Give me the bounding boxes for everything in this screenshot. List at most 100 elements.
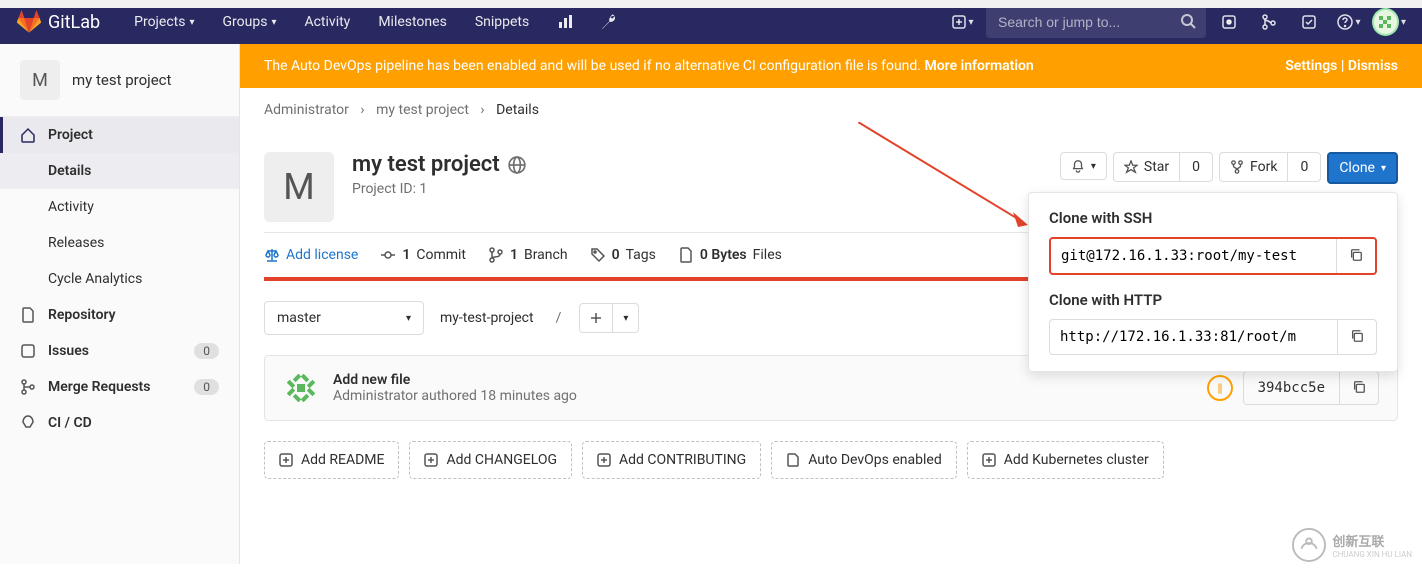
search-box bbox=[986, 6, 1206, 38]
main: The Auto DevOps pipeline has been enable… bbox=[240, 44, 1422, 564]
sidebar-item-project[interactable]: Project bbox=[0, 117, 239, 153]
project-actions: ▾ Star 0 Fork 0 bbox=[1060, 152, 1398, 222]
nav-groups[interactable]: Groups▾ bbox=[209, 4, 291, 40]
breadcrumb-admin[interactable]: Administrator bbox=[264, 102, 349, 118]
notice-settings-link[interactable]: Settings bbox=[1285, 58, 1337, 74]
breadcrumb: Administrator › my test project › Detail… bbox=[240, 88, 1422, 132]
sidebar-item-repository[interactable]: Repository bbox=[0, 297, 239, 333]
fork-button[interactable]: Fork bbox=[1219, 152, 1287, 182]
help-icon[interactable]: ▾ bbox=[1332, 5, 1366, 39]
scale-icon bbox=[264, 247, 280, 263]
globe-icon bbox=[508, 156, 526, 174]
chevron-down-icon: ▾ bbox=[271, 17, 276, 28]
files-link[interactable]: 0 Bytes Files bbox=[678, 247, 782, 263]
clone-ssh-input[interactable] bbox=[1051, 239, 1336, 273]
notice-text: The Auto DevOps pipeline has been enable… bbox=[264, 58, 1285, 74]
nav-wrench-icon[interactable] bbox=[587, 4, 631, 40]
breadcrumb-project[interactable]: my test project bbox=[376, 102, 469, 118]
nav-charts-icon[interactable] bbox=[543, 4, 587, 40]
plus-dropdown-toggle[interactable]: ▾ bbox=[613, 304, 638, 332]
logo[interactable]: GitLab bbox=[16, 10, 100, 34]
clone-button[interactable]: Clone ▾ bbox=[1327, 152, 1398, 184]
copy-http-button[interactable] bbox=[1337, 320, 1376, 354]
chevron-down-icon: ▾ bbox=[1091, 161, 1096, 172]
copy-hash-button[interactable] bbox=[1339, 372, 1378, 404]
sidebar-project-name: my test project bbox=[72, 71, 171, 89]
sidebar: M my test project Project Details Activi… bbox=[0, 44, 240, 564]
nav-items: Projects▾ Groups▾ Activity Milestones Sn… bbox=[120, 4, 631, 40]
sidebar-item-releases[interactable]: Releases bbox=[0, 225, 239, 261]
watermark: 创新互联 CHUANG XIN HU LIAN bbox=[1292, 528, 1412, 562]
add-contributing-button[interactable]: Add CONTRIBUTING bbox=[582, 441, 761, 479]
sidebar-project-header[interactable]: M my test project bbox=[0, 44, 239, 117]
project-title: my test project bbox=[352, 152, 526, 177]
todos-icon[interactable] bbox=[1292, 5, 1326, 39]
copy-ssh-button[interactable] bbox=[1336, 239, 1375, 273]
star-icon bbox=[1124, 160, 1138, 174]
sidebar-item-cycle[interactable]: Cycle Analytics bbox=[0, 261, 239, 297]
plus-square-icon bbox=[597, 453, 611, 467]
star-count[interactable]: 0 bbox=[1179, 152, 1213, 182]
branch-icon bbox=[488, 247, 504, 263]
branches-link[interactable]: 1 Branch bbox=[488, 247, 568, 263]
merge-icon[interactable] bbox=[1252, 5, 1286, 39]
scrollbar-top[interactable] bbox=[0, 0, 1422, 8]
star-button[interactable]: Star bbox=[1113, 152, 1179, 182]
add-file-dropdown: ▾ bbox=[579, 303, 639, 333]
sidebar-item-activity[interactable]: Activity bbox=[0, 189, 239, 225]
notice-dismiss-link[interactable]: Dismiss bbox=[1348, 58, 1398, 74]
add-changelog-button[interactable]: Add CHANGELOG bbox=[409, 441, 572, 479]
branch-selector[interactable]: master ▾ bbox=[264, 301, 424, 335]
auto-devops-button[interactable]: Auto DevOps enabled bbox=[771, 441, 957, 479]
breadcrumb-current: Details bbox=[496, 102, 539, 118]
plus-button[interactable]: ▾ bbox=[946, 5, 980, 39]
nav-activity[interactable]: Activity bbox=[290, 4, 364, 40]
bell-icon bbox=[1071, 159, 1085, 173]
sidebar-item-issues[interactable]: Issues 0 bbox=[0, 333, 239, 369]
commit-meta: Administrator authored 18 minutes ago bbox=[333, 388, 577, 404]
project-letter-icon: M bbox=[20, 60, 60, 100]
chevron-down-icon: ▾ bbox=[406, 313, 411, 324]
plus-add-button[interactable] bbox=[580, 304, 613, 332]
issues-icon[interactable] bbox=[1212, 5, 1246, 39]
user-menu[interactable]: ▾ bbox=[1372, 5, 1406, 39]
nav-projects[interactable]: Projects▾ bbox=[120, 4, 208, 40]
notice-more-link[interactable]: More information bbox=[924, 58, 1033, 74]
tags-link[interactable]: 0 Tags bbox=[590, 247, 656, 263]
doc-icon bbox=[786, 453, 800, 467]
commit-title[interactable]: Add new file bbox=[333, 372, 577, 388]
commit-hash[interactable]: 394bcc5e bbox=[1244, 372, 1339, 404]
project-id: Project ID: 1 bbox=[352, 181, 526, 197]
brand-text: GitLab bbox=[48, 12, 100, 33]
search-icon bbox=[1180, 13, 1196, 29]
watermark-text: 创新互联 bbox=[1332, 531, 1412, 550]
clone-http-field bbox=[1049, 319, 1377, 355]
gitlab-logo-icon bbox=[16, 10, 42, 34]
add-license-link[interactable]: Add license bbox=[264, 247, 358, 263]
sidebar-item-merge[interactable]: Merge Requests 0 bbox=[0, 369, 239, 405]
issues-count: 0 bbox=[194, 343, 219, 359]
nav-milestones[interactable]: Milestones bbox=[364, 4, 461, 40]
sidebar-item-cicd[interactable]: CI / CD bbox=[0, 405, 239, 441]
clone-ssh-title: Clone with SSH bbox=[1049, 209, 1377, 227]
project-header: M my test project Project ID: 1 ▾ bbox=[264, 132, 1398, 233]
clone-dropdown: Clone with SSH Clone with HTTP bbox=[1028, 192, 1398, 372]
commits-link[interactable]: 1 Commit bbox=[380, 247, 466, 263]
avatar-icon bbox=[1372, 8, 1399, 36]
search-input[interactable] bbox=[986, 6, 1206, 38]
add-k8s-button[interactable]: Add Kubernetes cluster bbox=[967, 441, 1164, 479]
fork-count[interactable]: 0 bbox=[1287, 152, 1321, 182]
chevron-down-icon: ▾ bbox=[1401, 17, 1406, 28]
plus-square-icon bbox=[424, 453, 438, 467]
clone-http-input[interactable] bbox=[1050, 320, 1337, 354]
add-readme-button[interactable]: Add README bbox=[264, 441, 399, 479]
repo-path[interactable]: my-test-project bbox=[436, 302, 538, 334]
doc-icon bbox=[20, 307, 36, 323]
notification-button[interactable]: ▾ bbox=[1060, 152, 1107, 180]
pipeline-status-icon[interactable]: || bbox=[1207, 375, 1233, 401]
nav-snippets[interactable]: Snippets bbox=[461, 4, 543, 40]
file-icon bbox=[678, 247, 694, 263]
clone-http-title: Clone with HTTP bbox=[1049, 291, 1377, 309]
sidebar-item-details[interactable]: Details bbox=[0, 153, 239, 189]
home-icon bbox=[20, 127, 36, 143]
